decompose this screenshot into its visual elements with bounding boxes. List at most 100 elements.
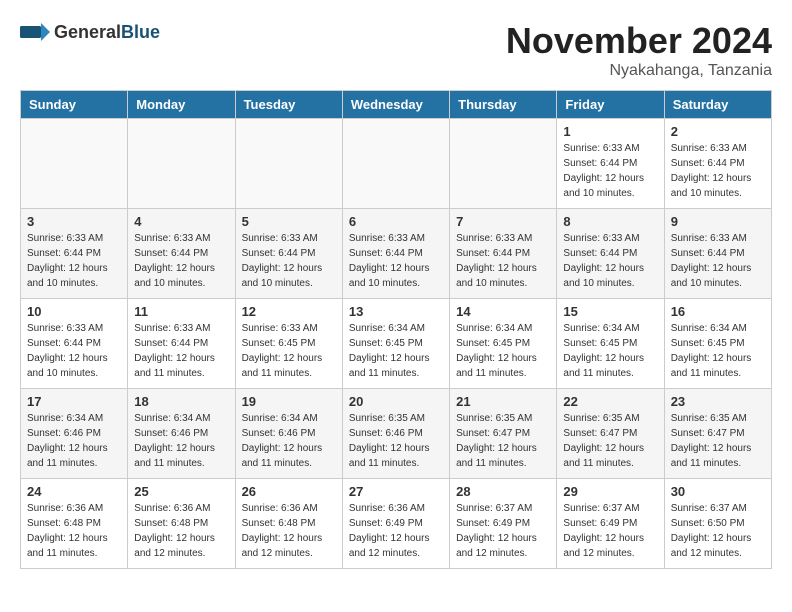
day-number: 4: [134, 214, 228, 229]
day-info: Sunrise: 6:36 AM Sunset: 6:48 PM Dayligh…: [134, 501, 228, 561]
calendar-day-cell: 15 Sunrise: 6:34 AM Sunset: 6:45 PM Dayli…: [557, 299, 664, 389]
day-info: Sunrise: 6:35 AM Sunset: 6:47 PM Dayligh…: [671, 411, 765, 471]
day-number: 3: [27, 214, 121, 229]
calendar-day-cell: [128, 119, 235, 209]
logo: GeneralBlue: [20, 20, 160, 44]
day-number: 28: [456, 484, 550, 499]
calendar-day-cell: [21, 119, 128, 209]
day-info: Sunrise: 6:35 AM Sunset: 6:47 PM Dayligh…: [456, 411, 550, 471]
day-info: Sunrise: 6:33 AM Sunset: 6:44 PM Dayligh…: [134, 231, 228, 291]
day-number: 11: [134, 304, 228, 319]
day-info: Sunrise: 6:37 AM Sunset: 6:49 PM Dayligh…: [563, 501, 657, 561]
calendar-day-cell: 27 Sunrise: 6:36 AM Sunset: 6:49 PM Dayli…: [342, 479, 449, 569]
day-of-week-header: Thursday: [450, 91, 557, 119]
day-info: Sunrise: 6:34 AM Sunset: 6:45 PM Dayligh…: [671, 321, 765, 381]
day-info: Sunrise: 6:33 AM Sunset: 6:44 PM Dayligh…: [134, 321, 228, 381]
calendar-day-cell: 29Sunrise: 6:37 AM Sunset: 6:49 PM Dayli…: [557, 479, 664, 569]
location-title: Nyakahanga, Tanzania: [506, 62, 772, 80]
calendar-day-cell: [342, 119, 449, 209]
calendar-day-cell: 1 Sunrise: 6:33 AM Sunset: 6:44 PM Daylig…: [557, 119, 664, 209]
calendar-day-cell: 26Sunrise: 6:36 AM Sunset: 6:48 PM Dayli…: [235, 479, 342, 569]
calendar-header-row: SundayMondayTuesdayWednesdayThursdayFrid…: [21, 91, 772, 119]
day-info: Sunrise: 6:34 AM Sunset: 6:45 PM Dayligh…: [563, 321, 657, 381]
day-number: 19: [242, 394, 336, 409]
calendar-day-cell: 7Sunrise: 6:33 AM Sunset: 6:44 PM Daylig…: [450, 209, 557, 299]
day-of-week-header: Friday: [557, 91, 664, 119]
day-info: Sunrise: 6:34 AM Sunset: 6:46 PM Dayligh…: [27, 411, 121, 471]
calendar-week-row: 17 Sunrise: 6:34 AM Sunset: 6:46 PM Dayli…: [21, 389, 772, 479]
day-of-week-header: Wednesday: [342, 91, 449, 119]
calendar-table: SundayMondayTuesdayWednesdayThursdayFrid…: [20, 90, 772, 569]
day-number: 27: [349, 484, 443, 499]
calendar-day-cell: 30 Sunrise: 6:37 AM Sunset: 6:50 PM Dayli…: [664, 479, 771, 569]
day-number: 1: [563, 124, 657, 139]
day-info: Sunrise: 6:33 AM Sunset: 6:44 PM Dayligh…: [563, 141, 657, 201]
day-number: 30: [671, 484, 765, 499]
day-of-week-header: Tuesday: [235, 91, 342, 119]
day-number: 16: [671, 304, 765, 319]
title-area: November 2024 Nyakahanga, Tanzania: [506, 20, 772, 80]
day-info: Sunrise: 6:33 AM Sunset: 6:44 PM Dayligh…: [456, 231, 550, 291]
day-number: 8: [563, 214, 657, 229]
calendar-day-cell: 20 Sunrise: 6:35 AM Sunset: 6:46 PM Dayli…: [342, 389, 449, 479]
calendar-day-cell: 17 Sunrise: 6:34 AM Sunset: 6:46 PM Dayli…: [21, 389, 128, 479]
day-info: Sunrise: 6:33 AM Sunset: 6:44 PM Dayligh…: [27, 321, 121, 381]
calendar-day-cell: 4 Sunrise: 6:33 AM Sunset: 6:44 PM Daylig…: [128, 209, 235, 299]
day-number: 15: [563, 304, 657, 319]
day-of-week-header: Saturday: [664, 91, 771, 119]
day-info: Sunrise: 6:33 AM Sunset: 6:45 PM Dayligh…: [242, 321, 336, 381]
day-info: Sunrise: 6:35 AM Sunset: 6:46 PM Dayligh…: [349, 411, 443, 471]
day-info: Sunrise: 6:34 AM Sunset: 6:45 PM Dayligh…: [456, 321, 550, 381]
day-of-week-header: Monday: [128, 91, 235, 119]
month-title: November 2024: [506, 20, 772, 62]
day-number: 14: [456, 304, 550, 319]
day-info: Sunrise: 6:36 AM Sunset: 6:49 PM Dayligh…: [349, 501, 443, 561]
day-of-week-header: Sunday: [21, 91, 128, 119]
calendar-day-cell: 21 Sunrise: 6:35 AM Sunset: 6:47 PM Dayli…: [450, 389, 557, 479]
calendar-day-cell: 14 Sunrise: 6:34 AM Sunset: 6:45 PM Dayli…: [450, 299, 557, 389]
logo-icon: [20, 20, 50, 44]
day-number: 18: [134, 394, 228, 409]
day-info: Sunrise: 6:36 AM Sunset: 6:48 PM Dayligh…: [27, 501, 121, 561]
day-info: Sunrise: 6:33 AM Sunset: 6:44 PM Dayligh…: [671, 141, 765, 201]
day-info: Sunrise: 6:35 AM Sunset: 6:47 PM Dayligh…: [563, 411, 657, 471]
calendar-day-cell: 22Sunrise: 6:35 AM Sunset: 6:47 PM Dayli…: [557, 389, 664, 479]
day-info: Sunrise: 6:36 AM Sunset: 6:48 PM Dayligh…: [242, 501, 336, 561]
calendar-week-row: 24 Sunrise: 6:36 AM Sunset: 6:48 PM Dayli…: [21, 479, 772, 569]
calendar-week-row: 1 Sunrise: 6:33 AM Sunset: 6:44 PM Daylig…: [21, 119, 772, 209]
day-info: Sunrise: 6:37 AM Sunset: 6:50 PM Dayligh…: [671, 501, 765, 561]
calendar-day-cell: 6 Sunrise: 6:33 AM Sunset: 6:44 PM Daylig…: [342, 209, 449, 299]
calendar-day-cell: 9 Sunrise: 6:33 AM Sunset: 6:44 PM Daylig…: [664, 209, 771, 299]
day-info: Sunrise: 6:37 AM Sunset: 6:49 PM Dayligh…: [456, 501, 550, 561]
calendar-day-cell: 18Sunrise: 6:34 AM Sunset: 6:46 PM Dayli…: [128, 389, 235, 479]
logo-general-text: General: [54, 22, 121, 42]
logo-blue-text: Blue: [121, 22, 160, 42]
calendar-day-cell: 24 Sunrise: 6:36 AM Sunset: 6:48 PM Dayli…: [21, 479, 128, 569]
day-number: 20: [349, 394, 443, 409]
calendar-day-cell: 19 Sunrise: 6:34 AM Sunset: 6:46 PM Dayli…: [235, 389, 342, 479]
day-number: 25: [134, 484, 228, 499]
day-number: 21: [456, 394, 550, 409]
day-number: 24: [27, 484, 121, 499]
day-number: 13: [349, 304, 443, 319]
day-info: Sunrise: 6:33 AM Sunset: 6:44 PM Dayligh…: [349, 231, 443, 291]
day-number: 9: [671, 214, 765, 229]
day-number: 2: [671, 124, 765, 139]
day-number: 12: [242, 304, 336, 319]
calendar-day-cell: 11 Sunrise: 6:33 AM Sunset: 6:44 PM Dayli…: [128, 299, 235, 389]
day-info: Sunrise: 6:34 AM Sunset: 6:45 PM Dayligh…: [349, 321, 443, 381]
calendar-day-cell: 12 Sunrise: 6:33 AM Sunset: 6:45 PM Dayli…: [235, 299, 342, 389]
day-info: Sunrise: 6:33 AM Sunset: 6:44 PM Dayligh…: [563, 231, 657, 291]
calendar-day-cell: 5Sunrise: 6:33 AM Sunset: 6:44 PM Daylig…: [235, 209, 342, 299]
calendar-week-row: 3 Sunrise: 6:33 AM Sunset: 6:44 PM Daylig…: [21, 209, 772, 299]
day-number: 6: [349, 214, 443, 229]
day-info: Sunrise: 6:33 AM Sunset: 6:44 PM Dayligh…: [242, 231, 336, 291]
calendar-day-cell: 2 Sunrise: 6:33 AM Sunset: 6:44 PM Daylig…: [664, 119, 771, 209]
day-info: Sunrise: 6:33 AM Sunset: 6:44 PM Dayligh…: [671, 231, 765, 291]
calendar-day-cell: 16 Sunrise: 6:34 AM Sunset: 6:45 PM Dayli…: [664, 299, 771, 389]
calendar-day-cell: [235, 119, 342, 209]
day-number: 10: [27, 304, 121, 319]
calendar-week-row: 10 Sunrise: 6:33 AM Sunset: 6:44 PM Dayli…: [21, 299, 772, 389]
day-number: 17: [27, 394, 121, 409]
day-info: Sunrise: 6:34 AM Sunset: 6:46 PM Dayligh…: [242, 411, 336, 471]
